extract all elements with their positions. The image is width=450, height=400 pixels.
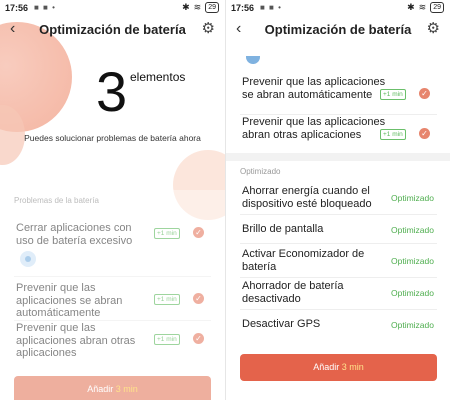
bluetooth-icon: ✱ [182, 2, 190, 12]
optimized-status: Optimizado [391, 320, 434, 330]
optimized-status: Optimizado [391, 256, 434, 266]
section-separator [226, 153, 450, 161]
check-icon[interactable]: ✓ [419, 88, 430, 99]
status-bar: 17:56 ■ ■ • ✱ ≋ 29 [0, 0, 225, 16]
button-label: Añadir [313, 362, 342, 372]
divider [14, 320, 211, 321]
time-badge: +1 min [380, 89, 406, 100]
section-header: Optimizado [240, 167, 281, 176]
top-bar: ‹ Optimización de batería ⚙ [226, 18, 450, 42]
check-icon[interactable]: ✓ [193, 293, 204, 304]
add-time-button[interactable]: Añadir 3 min [14, 376, 211, 400]
button-label: Añadir [87, 384, 116, 394]
item-text: Desactivar GPS [242, 318, 321, 330]
loading-icon [20, 251, 36, 267]
divider [240, 309, 437, 310]
page-title: Optimización de batería [39, 22, 186, 37]
optimized-status: Optimizado [391, 225, 434, 235]
item-text: Prevenir que las aplicaciones se abran a… [16, 282, 123, 319]
loading-icon [246, 56, 260, 64]
time-badge: +1 min [154, 294, 180, 305]
section-header: Problemas de la batería [14, 196, 99, 205]
optimized-status: Optimizado [391, 288, 434, 298]
item-text: Ahorrador de batería desactivado [242, 280, 344, 305]
item-text: Prevenir que las aplicaciones se abran a… [242, 76, 386, 101]
battery-icon: 29 [205, 2, 219, 13]
bluetooth-icon: ✱ [407, 2, 415, 12]
divider [240, 114, 437, 115]
item-text: Ahorrar energía cuando el dispositivo es… [242, 185, 372, 210]
summary-text: Puedes solucionar problemas de batería a… [24, 133, 201, 143]
item-text: Prevenir que las aplicaciones abran otra… [16, 322, 136, 359]
decorative-blob [173, 150, 225, 220]
status-icons: ✱ ≋ 29 [407, 2, 444, 13]
time-badge: +1 min [154, 228, 180, 239]
divider [240, 277, 437, 278]
item-text: Prevenir que las aplicaciones abran otra… [242, 116, 386, 141]
divider [240, 214, 437, 215]
right-screen: 17:56 ■ ■ • ✱ ≋ 29 ‹ Optimización de bat… [225, 0, 450, 400]
item-text: Brillo de pantalla [242, 223, 324, 235]
optimized-status: Optimizado [391, 193, 434, 203]
item-text: Cerrar aplicaciones con uso de batería e… [16, 222, 133, 247]
status-time: 17:56 [5, 3, 29, 13]
button-highlight: 3 min [341, 362, 364, 372]
button-highlight: 3 min [115, 384, 138, 394]
top-bar: ‹ Optimización de batería ⚙ [0, 18, 225, 42]
divider [240, 243, 437, 244]
page-title: Optimización de batería [264, 22, 412, 37]
item-text: Activar Economizador de batería [242, 248, 365, 273]
status-bar: 17:56 ■ ■ • ✱ ≋ 29 [226, 0, 450, 16]
issue-count: 3 [96, 60, 128, 123]
gear-icon[interactable]: ⚙ [202, 20, 215, 38]
divider [14, 276, 211, 277]
status-icons: ✱ ≋ 29 [182, 2, 219, 13]
gear-icon[interactable]: ⚙ [427, 20, 440, 38]
check-icon[interactable]: ✓ [193, 333, 204, 344]
time-badge: +1 min [154, 334, 180, 345]
check-icon[interactable]: ✓ [193, 227, 204, 238]
left-screen: 17:56 ■ ■ • ✱ ≋ 29 ‹ Optimización de bat… [0, 0, 225, 400]
wifi-icon: ≋ [418, 2, 427, 12]
status-time: 17:56 [231, 3, 255, 13]
battery-icon: 29 [430, 2, 444, 13]
time-badge: +1 min [380, 129, 406, 140]
notification-icons: ■ ■ • [34, 3, 56, 12]
add-time-button[interactable]: Añadir 3 min [240, 354, 437, 381]
check-icon[interactable]: ✓ [419, 128, 430, 139]
issue-count-label: elementos [130, 70, 186, 84]
notification-icons: ■ ■ • [260, 3, 282, 12]
wifi-icon: ≋ [193, 2, 202, 12]
